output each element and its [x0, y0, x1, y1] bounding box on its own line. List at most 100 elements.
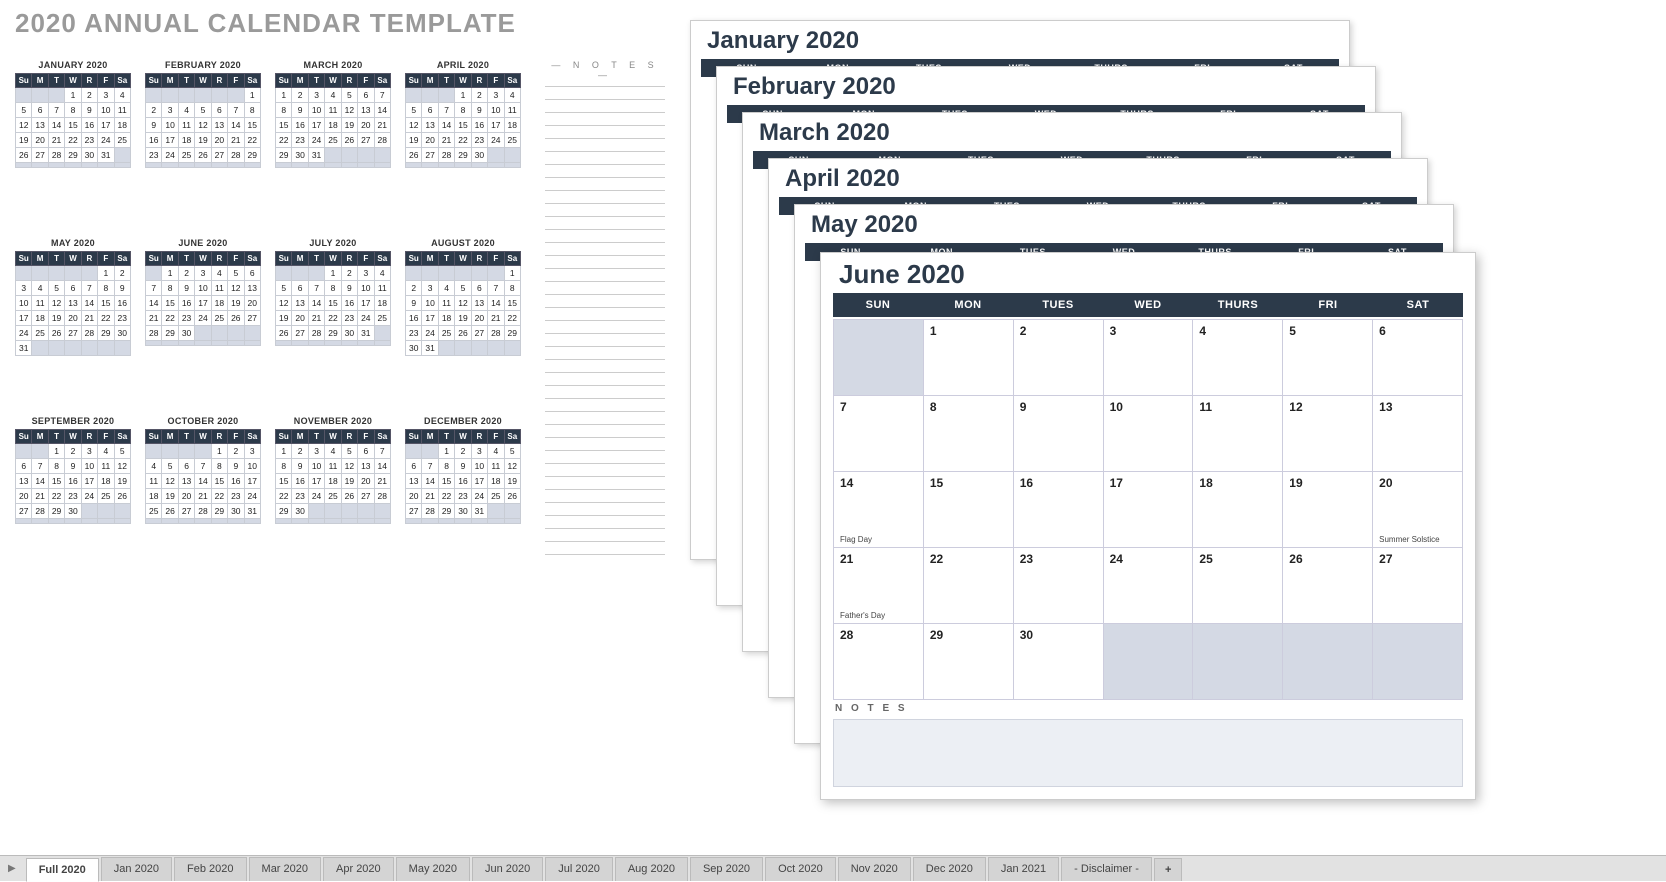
front-sheet-notes-label: N O T E S — [835, 703, 908, 714]
mini-month: AUGUST 2020SuMTWRFSa12345678910111213141… — [405, 238, 521, 394]
calendar-day-cell[interactable]: 23 — [1014, 548, 1104, 624]
calendar-day-cell[interactable]: 10 — [1104, 396, 1194, 472]
calendar-day-cell[interactable]: 21Father's Day — [834, 548, 924, 624]
calendar-day-cell[interactable]: 29 — [924, 624, 1014, 700]
notes-header: — N O T E S — — [545, 60, 665, 80]
day-header-cell: FRI — [1283, 293, 1373, 317]
calendar-day-cell[interactable] — [1373, 624, 1463, 700]
mini-month-title: JULY 2020 — [275, 238, 391, 248]
tab-nav-icon[interactable]: ▶ — [8, 863, 16, 874]
sheet-tab[interactable]: Dec 2020 — [913, 857, 986, 881]
sheet-tab[interactable]: May 2020 — [396, 857, 470, 881]
calendar-day-cell[interactable]: 25 — [1193, 548, 1283, 624]
mini-month: FEBRUARY 2020SuMTWRFSa123456789101112131… — [145, 60, 261, 216]
front-sheet-title: June 2020 — [839, 259, 965, 290]
calendar-day-cell[interactable]: 17 — [1104, 472, 1194, 548]
mini-month-title: APRIL 2020 — [405, 60, 521, 70]
mini-month: NOVEMBER 2020SuMTWRFSa123456789101112131… — [275, 416, 391, 572]
sheet-tab[interactable]: Mar 2020 — [249, 857, 321, 881]
calendar-day-cell[interactable]: 24 — [1104, 548, 1194, 624]
mini-month-title: JUNE 2020 — [145, 238, 261, 248]
sheet-tab[interactable]: Apr 2020 — [323, 857, 394, 881]
calendar-day-cell[interactable] — [1104, 624, 1194, 700]
page-title: 2020 ANNUAL CALENDAR TEMPLATE — [15, 8, 516, 39]
sheet-tab[interactable]: Jun 2020 — [472, 857, 543, 881]
year-grid: JANUARY 2020SuMTWRFSa1234567891011121314… — [15, 60, 521, 572]
mini-month-title: SEPTEMBER 2020 — [15, 416, 131, 426]
calendar-day-cell[interactable]: 9 — [1014, 396, 1104, 472]
calendar-event-label: Summer Solstice — [1379, 535, 1439, 544]
notes-lines — [545, 86, 665, 555]
calendar-day-cell[interactable] — [1283, 624, 1373, 700]
sheet-tab[interactable]: Jul 2020 — [545, 857, 613, 881]
mini-month-title: MARCH 2020 — [275, 60, 391, 70]
calendar-day-cell[interactable]: 19 — [1283, 472, 1373, 548]
mini-month-title: AUGUST 2020 — [405, 238, 521, 248]
front-sheet-notes-box[interactable] — [833, 719, 1463, 787]
calendar-day-cell[interactable]: 2 — [1014, 320, 1104, 396]
calendar-day-cell[interactable]: 8 — [924, 396, 1014, 472]
stacked-sheet-title: March 2020 — [759, 119, 890, 147]
stacked-sheet-title: May 2020 — [811, 211, 918, 239]
front-sheet-grid: 1234567891011121314Flag Day151617181920S… — [833, 319, 1463, 700]
mini-month-title: FEBRUARY 2020 — [145, 60, 261, 70]
calendar-day-cell[interactable]: 13 — [1373, 396, 1463, 472]
calendar-day-cell[interactable]: 22 — [924, 548, 1014, 624]
calendar-day-cell[interactable] — [1193, 624, 1283, 700]
mini-month: JANUARY 2020SuMTWRFSa1234567891011121314… — [15, 60, 131, 216]
mini-month-title: JANUARY 2020 — [15, 60, 131, 70]
calendar-day-cell[interactable]: 27 — [1373, 548, 1463, 624]
add-sheet-button[interactable]: + — [1154, 858, 1182, 881]
mini-month: APRIL 2020SuMTWRFSa123456789101112131415… — [405, 60, 521, 216]
mini-month-title: DECEMBER 2020 — [405, 416, 521, 426]
day-header-cell: SAT — [1373, 293, 1463, 317]
calendar-event-label: Father's Day — [840, 611, 885, 620]
mini-month: JUNE 2020SuMTWRFSa1234567891011121314151… — [145, 238, 261, 394]
mini-month: JULY 2020SuMTWRFSa1234567891011121314151… — [275, 238, 391, 394]
mini-month-title: OCTOBER 2020 — [145, 416, 261, 426]
calendar-day-cell[interactable]: 1 — [924, 320, 1014, 396]
mini-month: DECEMBER 2020SuMTWRFSa123456789101112131… — [405, 416, 521, 572]
mini-month: OCTOBER 2020SuMTWRFSa1234567891011121314… — [145, 416, 261, 572]
mini-month: SEPTEMBER 2020SuMTWRFSa12345678910111213… — [15, 416, 131, 572]
sheet-tab[interactable]: Aug 2020 — [615, 857, 688, 881]
front-month-sheet: June 2020 SUNMONTUESWEDTHURSFRISAT 12345… — [820, 252, 1476, 800]
mini-month-title: MAY 2020 — [15, 238, 131, 248]
day-header-cell: MON — [923, 293, 1013, 317]
mini-month-title: NOVEMBER 2020 — [275, 416, 391, 426]
sheet-tab[interactable]: Full 2020 — [26, 858, 99, 882]
sheet-tab[interactable]: Oct 2020 — [765, 857, 836, 881]
calendar-day-cell[interactable]: 15 — [924, 472, 1014, 548]
stacked-sheet-title: January 2020 — [707, 27, 859, 55]
front-sheet-day-header: SUNMONTUESWEDTHURSFRISAT — [833, 293, 1463, 317]
calendar-day-cell[interactable]: 5 — [1283, 320, 1373, 396]
stacked-sheet-title: February 2020 — [733, 73, 896, 101]
calendar-day-cell[interactable]: 28 — [834, 624, 924, 700]
sheet-tab-strip: ▶ Full 2020Jan 2020Feb 2020Mar 2020Apr 2… — [0, 855, 1666, 881]
calendar-day-cell[interactable]: 12 — [1283, 396, 1373, 472]
calendar-day-cell[interactable]: 30 — [1014, 624, 1104, 700]
calendar-day-cell[interactable] — [834, 320, 924, 396]
calendar-day-cell[interactable]: 11 — [1193, 396, 1283, 472]
sheet-tab[interactable]: Feb 2020 — [174, 857, 246, 881]
sheet-tab[interactable]: Jan 2021 — [988, 857, 1059, 881]
calendar-day-cell[interactable]: 20Summer Solstice — [1373, 472, 1463, 548]
mini-month: MAY 2020SuMTWRFSa12345678910111213141516… — [15, 238, 131, 394]
day-header-cell: TUES — [1013, 293, 1103, 317]
day-header-cell: SUN — [833, 293, 923, 317]
calendar-day-cell[interactable]: 4 — [1193, 320, 1283, 396]
sheet-tab[interactable]: Jan 2020 — [101, 857, 172, 881]
sheet-tab[interactable]: Sep 2020 — [690, 857, 763, 881]
calendar-day-cell[interactable]: 18 — [1193, 472, 1283, 548]
notes-column: — N O T E S — — [545, 60, 665, 555]
calendar-day-cell[interactable]: 6 — [1373, 320, 1463, 396]
sheet-tab[interactable]: - Disclaimer - — [1061, 857, 1152, 881]
calendar-day-cell[interactable]: 26 — [1283, 548, 1373, 624]
calendar-day-cell[interactable]: 14Flag Day — [834, 472, 924, 548]
stacked-sheet-title: April 2020 — [785, 165, 900, 193]
sheet-tab[interactable]: Nov 2020 — [838, 857, 911, 881]
calendar-day-cell[interactable]: 3 — [1104, 320, 1194, 396]
calendar-day-cell[interactable]: 7 — [834, 396, 924, 472]
calendar-day-cell[interactable]: 16 — [1014, 472, 1104, 548]
mini-month: MARCH 2020SuMTWRFSa123456789101112131415… — [275, 60, 391, 216]
